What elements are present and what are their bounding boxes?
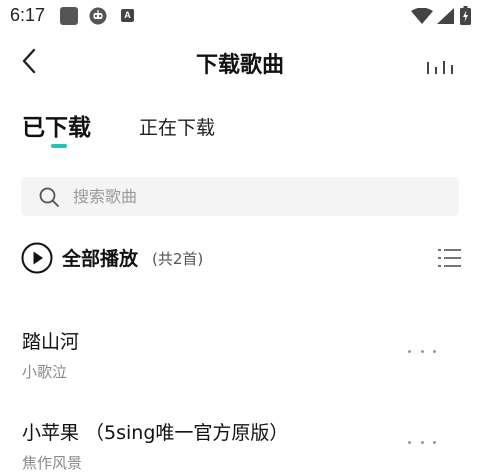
download-tabs: 已下载 正在下载	[0, 108, 480, 152]
song-list-item[interactable]: 小苹果 （5sing唯一官方原版） 焦作风景	[0, 418, 480, 472]
song-title: 踏山河	[22, 331, 80, 353]
equalizer-bars-icon	[427, 61, 453, 74]
play-circle-icon[interactable]	[21, 242, 53, 274]
signal-icon	[437, 8, 454, 24]
more-options-button[interactable]	[405, 341, 439, 361]
song-count: (共2首)	[152, 250, 204, 268]
search-input[interactable]	[73, 177, 433, 216]
song-list-item[interactable]: 踏山河 小歌泣	[0, 327, 480, 393]
status-bar: 6:17 A	[0, 0, 480, 34]
search-box[interactable]	[21, 177, 459, 216]
tab-downloaded[interactable]: 已下载	[22, 108, 91, 142]
more-horizontal-icon	[408, 440, 411, 444]
wifi-icon	[411, 7, 433, 24]
song-title: 小苹果 （5sing唯一官方原版）	[22, 422, 289, 444]
tab-downloading[interactable]: 正在下载	[139, 113, 215, 140]
robot-notification-icon	[89, 7, 107, 25]
song-artist: 小歌泣	[22, 363, 68, 381]
equalizer-button[interactable]	[424, 52, 456, 74]
song-artist: 焦作风景	[22, 454, 83, 472]
more-horizontal-icon	[408, 349, 411, 353]
text-notification-icon: A	[121, 9, 134, 22]
play-all-label[interactable]: 全部播放	[62, 244, 138, 271]
search-icon	[39, 187, 59, 207]
more-options-button[interactable]	[405, 432, 439, 452]
status-time: 6:17	[10, 5, 46, 25]
battery-charging-icon	[460, 6, 471, 25]
gallery-notification-icon	[60, 7, 78, 25]
play-all-row[interactable]: 全部播放 (共2首)	[0, 238, 480, 278]
tab-active-indicator	[51, 144, 67, 148]
list-menu-icon[interactable]	[437, 246, 463, 270]
app-bar: 下载歌曲	[0, 36, 480, 88]
page-title: 下载歌曲	[195, 53, 284, 78]
